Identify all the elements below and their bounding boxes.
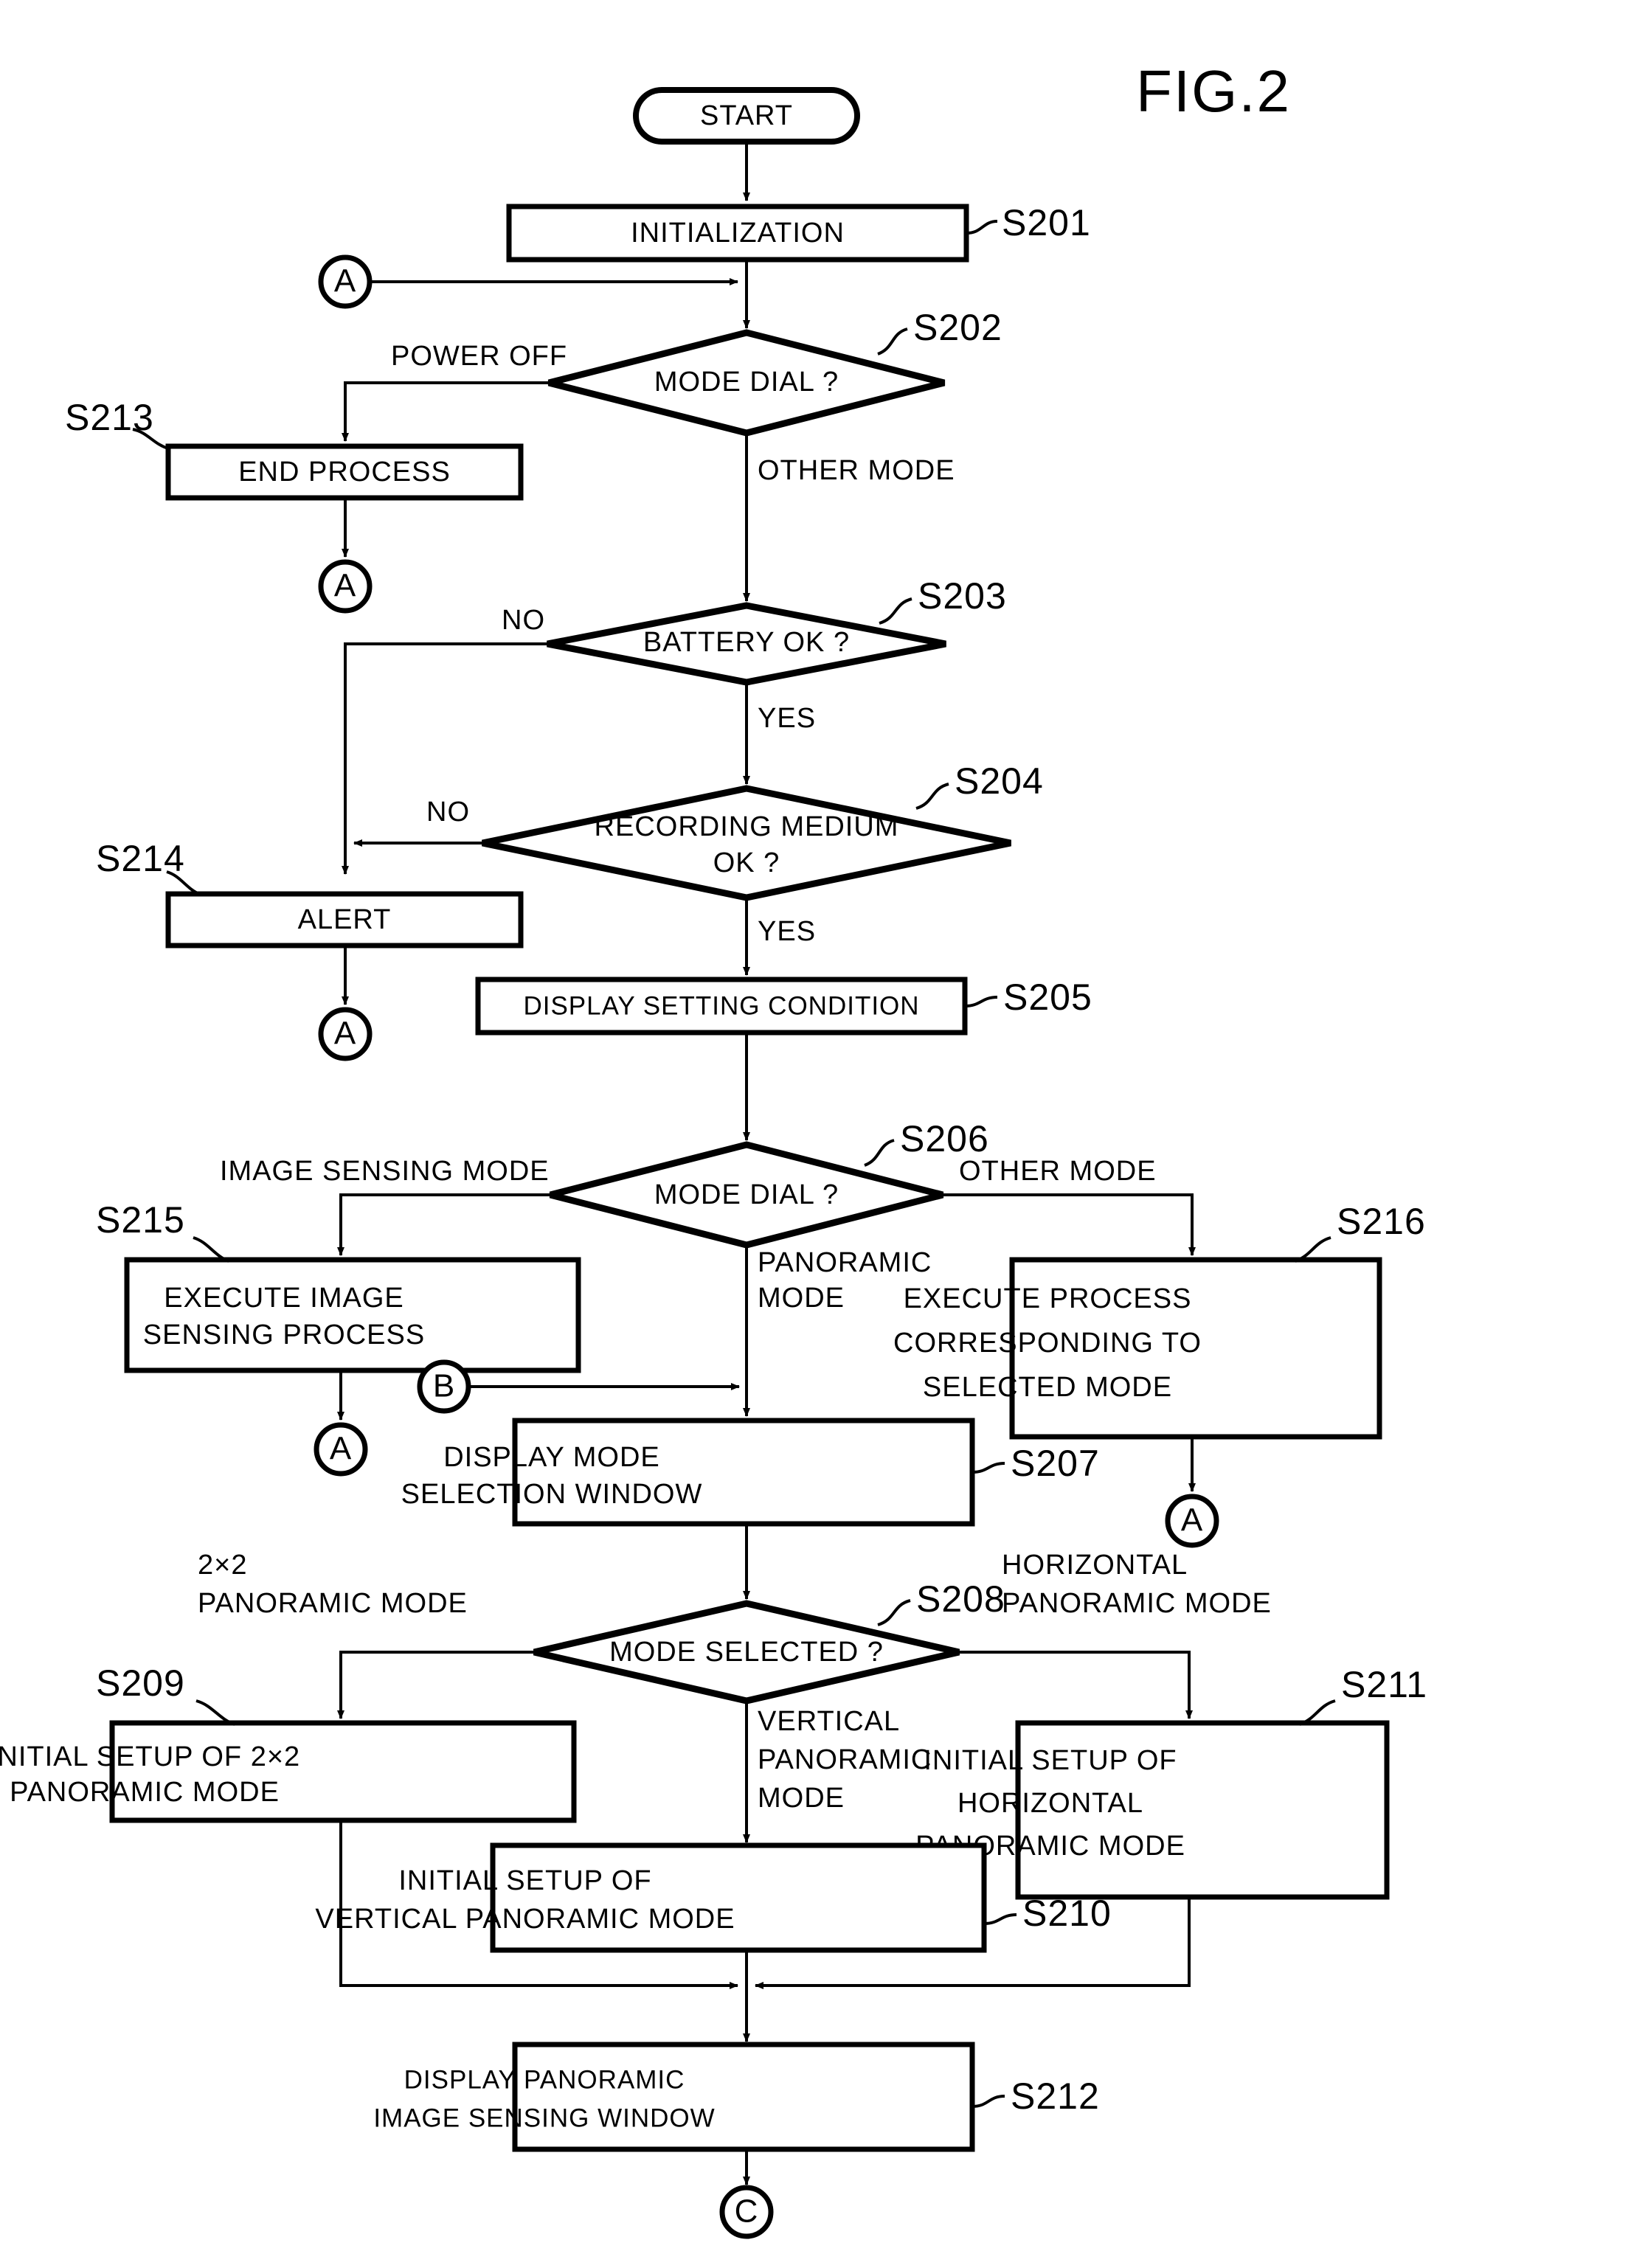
s212-label-line2: IMAGE SENSING WINDOW [373,2104,715,2132]
ref-s207: S207 [1011,1443,1100,1484]
s215-label-line2: SENSING PROCESS [143,1319,425,1350]
edge-s206-other-mode [943,1193,1196,1256]
leader-s204 [915,783,949,810]
edge-label-vert-l2: PANORAMIC [758,1744,932,1775]
s202-label: MODE DIAL ? [654,367,839,398]
leader-s205 [964,996,998,1008]
leader-s206 [864,1139,895,1167]
leader-s202 [877,327,908,356]
node-s212-display-panoramic-window [512,2042,975,2152]
s212-label-line1: DISPLAY PANORAMIC [404,2065,685,2094]
s211-label-line1: INITIAL SETUP OF [924,1745,1177,1776]
leader-s201 [966,220,998,235]
ref-s204: S204 [955,760,1044,802]
s216-label-line1: EXECUTE PROCESS [904,1283,1192,1314]
edge-label-yes-2: YES [758,916,816,947]
edge-s208-horizontal [959,1651,1193,1719]
leader-s207 [972,1462,1005,1474]
s210-label-line1: INITIAL SETUP OF [398,1865,651,1896]
s215-label-line1: EXECUTE IMAGE [164,1283,404,1314]
edge-label-no-2: NO [426,797,470,828]
edge-label-power-off: POWER OFF [391,341,567,372]
s207-label-line1: DISPLAY MODE [443,1442,660,1473]
ref-s211: S211 [1341,1664,1427,1705]
edge-s202-power-off [342,381,549,442]
edge-label-no-1: NO [502,605,545,636]
s208-label: MODE SELECTED ? [609,1637,884,1668]
edge-label-2x2-l1: 2×2 [198,1550,247,1581]
ref-s202: S202 [913,307,1002,348]
s204-label-line1: RECORDING MEDIUM [595,811,899,842]
edge-label-2x2-l2: PANORAMIC MODE [198,1588,468,1619]
edge-s208-2x2 [337,1651,534,1719]
edge-label-vert-l1: VERTICAL [758,1706,900,1737]
edge-label-panoramic-mode-l1: PANORAMIC [758,1247,932,1278]
edge-s206-image-sensing [337,1193,550,1256]
flowchart-canvas: FIG.2 START INITIALIZATION S201 A MODE D… [0,58,1427,2239]
start-label: START [700,100,793,131]
leader-s210 [983,1913,1017,1925]
ref-s210: S210 [1022,1893,1112,1934]
ref-s201: S201 [1002,202,1091,243]
ref-s206: S206 [900,1118,989,1159]
edge-label-horiz-l2: PANORAMIC MODE [1002,1588,1272,1619]
edge-label-image-sensing-mode: IMAGE SENSING MODE [220,1156,550,1187]
leader-s203 [879,597,912,625]
leader-s208 [877,1599,911,1626]
figure-label: FIG.2 [1136,58,1291,124]
s209-label-line1: INITIAL SETUP OF 2×2 [0,1741,300,1772]
s213-label: END PROCESS [238,457,451,488]
s207-label-line2: SELECTION WINDOW [401,1479,703,1510]
ref-s205: S205 [1003,977,1092,1018]
node-s215-execute-image-sensing [124,1257,581,1373]
connector-a-out-s215-label: A [330,1431,352,1467]
ref-s216: S216 [1337,1201,1426,1242]
edge-label-yes-1: YES [758,703,816,734]
edge-label-panoramic-mode-l2: MODE [758,1283,845,1314]
ref-s203: S203 [918,575,1007,617]
node-s204-recording-medium [482,785,1011,901]
s210-label-line2: VERTICAL PANORAMIC MODE [315,1904,735,1935]
s203-label: BATTERY OK ? [643,627,850,658]
figure-page: FIG.2 START INITIALIZATION S201 A MODE D… [0,0,1645,2268]
s216-label-line2: CORRESPONDING TO [893,1328,1202,1359]
connector-b-in-label: B [433,1368,455,1404]
ref-s213: S213 [65,397,154,438]
s204-label-line2: OK ? [713,847,780,878]
ref-s215: S215 [96,1199,185,1241]
edge-label-other-mode-2: OTHER MODE [959,1156,1157,1187]
edge-label-vert-l3: MODE [758,1783,845,1814]
connector-a-out-s213-label: A [334,568,356,604]
s211-label-line2: HORIZONTAL [957,1788,1143,1819]
connector-a-out-s214-label: A [334,1016,356,1052]
connector-a-out-s216-label: A [1181,1502,1203,1539]
s214-label: ALERT [298,904,392,935]
edge-label-horiz-l1: HORIZONTAL [1002,1550,1188,1581]
connector-c-out-label: C [735,2194,759,2230]
s209-label-line2: PANORAMIC MODE [10,1777,280,1808]
s201-label: INITIALIZATION [631,218,845,249]
ref-s214: S214 [96,838,185,879]
leader-s212 [972,2095,1005,2108]
s206-label: MODE DIAL ? [654,1179,839,1210]
connector-a-in-top-label: A [334,263,356,299]
s205-label: DISPLAY SETTING CONDITION [523,991,919,1020]
ref-s209: S209 [96,1662,185,1704]
s216-label-line3: SELECTED MODE [923,1372,1172,1403]
ref-s212: S212 [1011,2075,1100,2117]
edge-label-other-mode-1: OTHER MODE [758,455,955,486]
ref-s208: S208 [916,1578,1005,1620]
